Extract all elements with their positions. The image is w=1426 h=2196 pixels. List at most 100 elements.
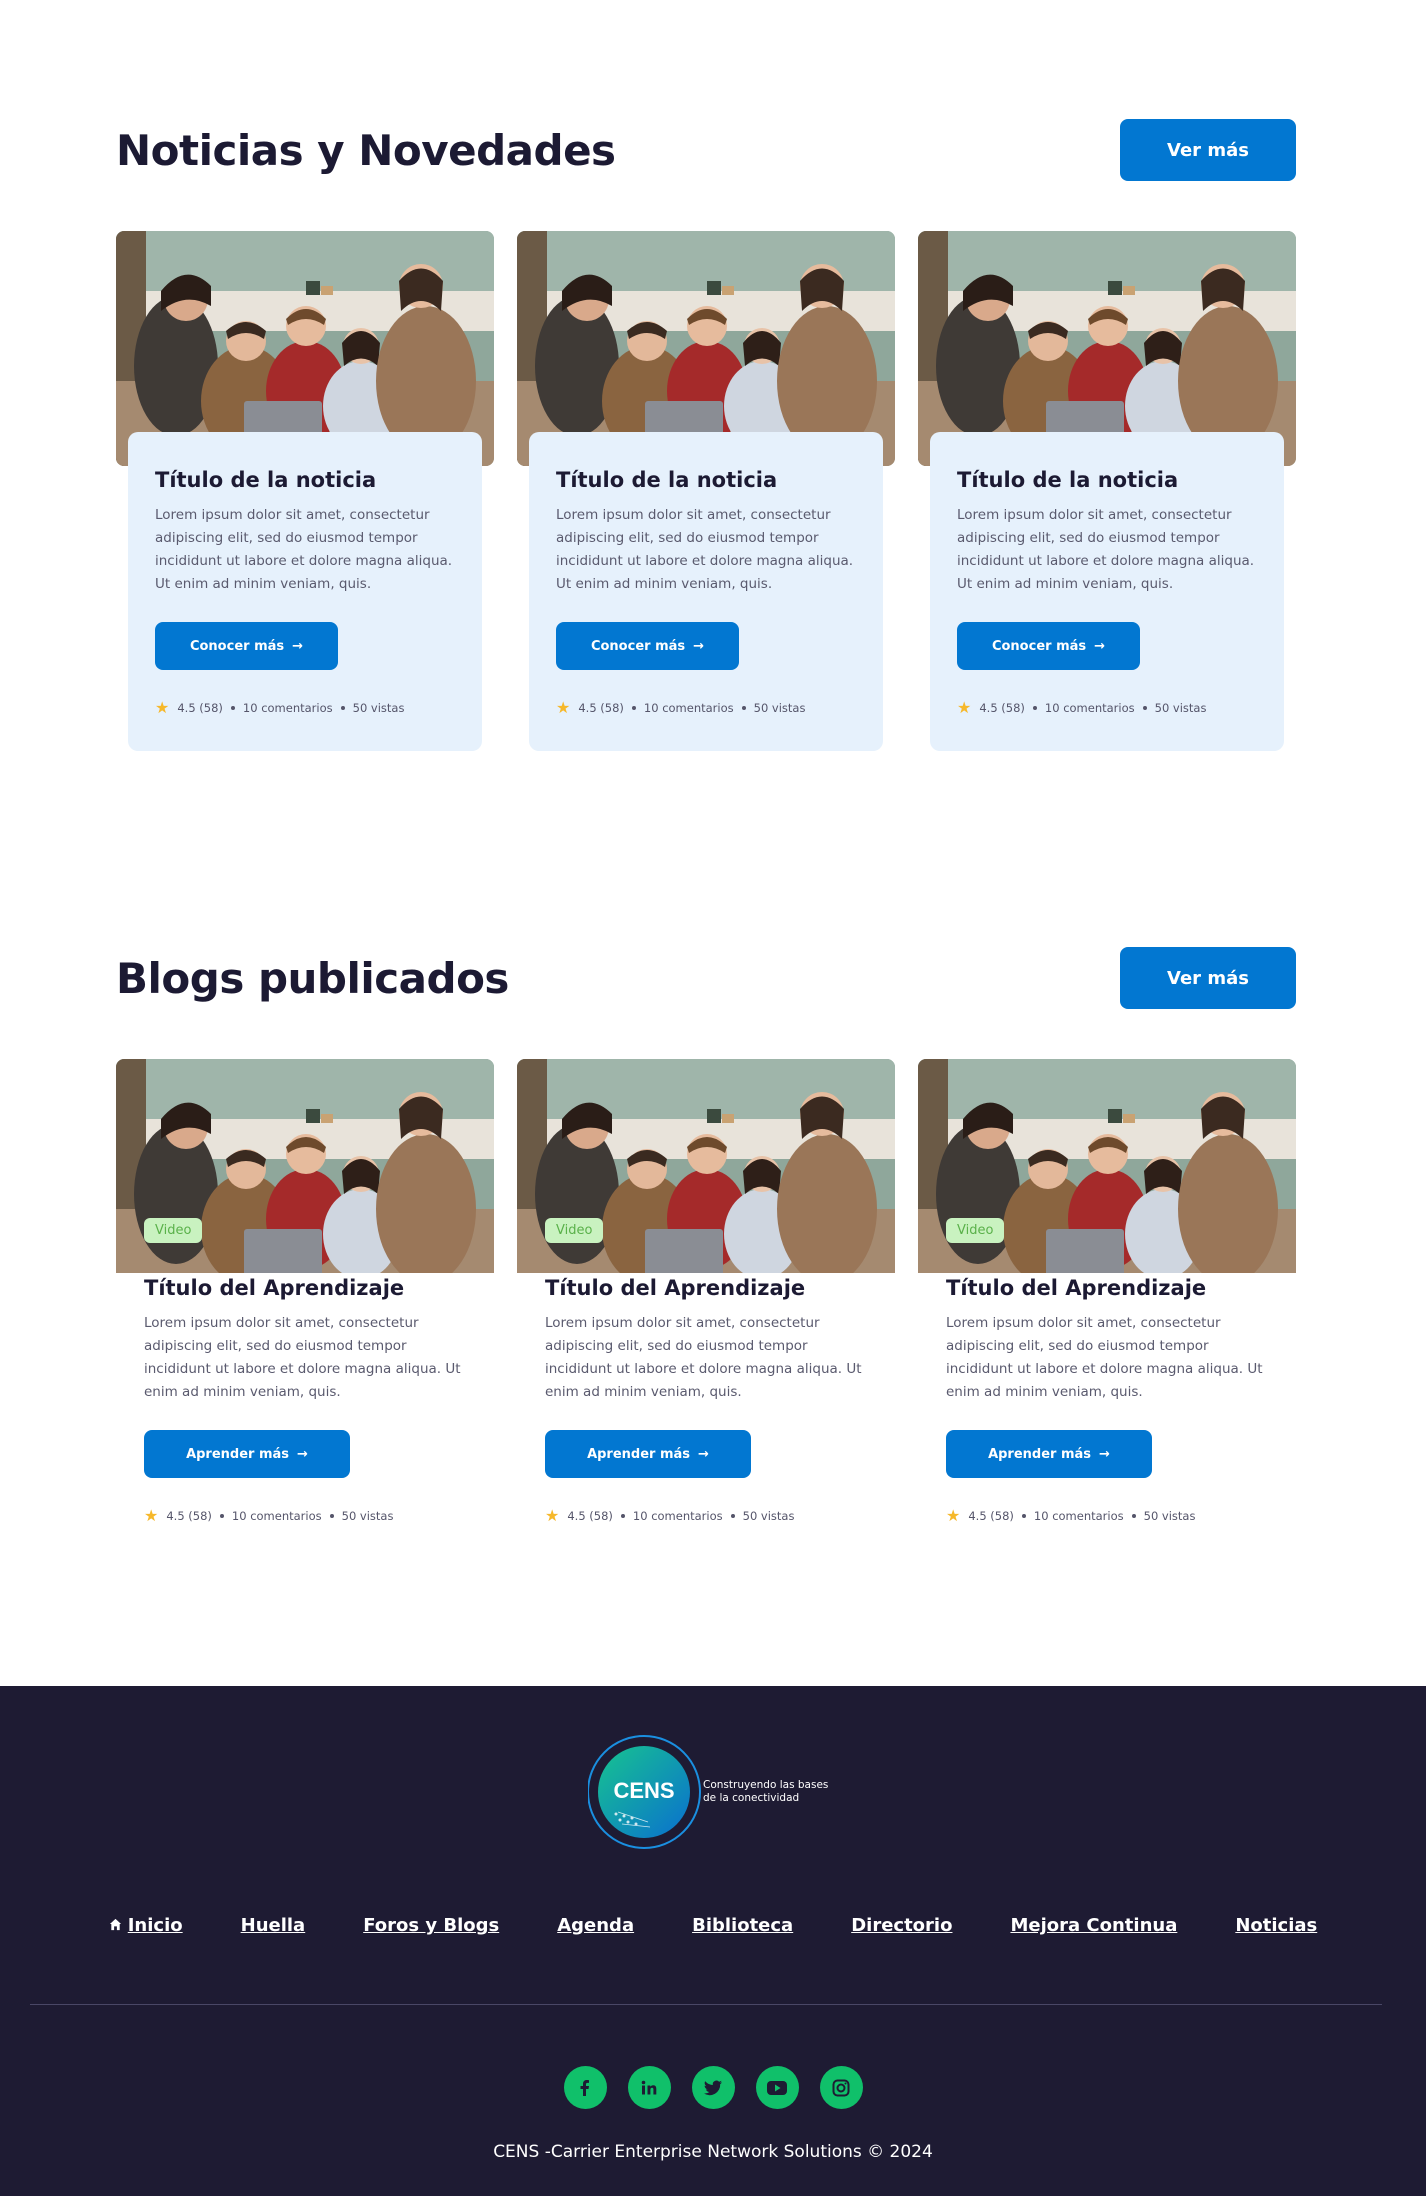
site-footer: CENS Construyendo las bases de la conect… bbox=[0, 1686, 1426, 2196]
arrow-right-icon: → bbox=[297, 1446, 308, 1462]
footer-nav-agenda[interactable]: Agenda bbox=[557, 1915, 634, 1936]
comments-count: 10 comentarios bbox=[1033, 1508, 1124, 1523]
conocer-mas-label: Conocer más bbox=[991, 638, 1087, 654]
separator-dot bbox=[741, 705, 746, 710]
conocer-mas-button[interactable]: Conocer más → bbox=[155, 622, 338, 670]
blog-card: Video Título del Aprendizaje Lorem ipsum… bbox=[918, 1059, 1296, 1559]
arrow-right-icon: → bbox=[698, 1446, 709, 1462]
aprender-mas-button[interactable]: Aprender más → bbox=[545, 1430, 751, 1478]
news-card-description: Lorem ipsum dolor sit amet, consectetur … bbox=[556, 507, 854, 592]
separator-dot bbox=[1142, 705, 1147, 710]
arrow-right-icon: → bbox=[693, 638, 705, 654]
cens-logo[interactable]: CENS bbox=[587, 1732, 704, 1856]
blog-card-body: Título del Aprendizaje Lorem ipsum dolor… bbox=[116, 1274, 494, 1525]
news-card-title: Título de la noticia bbox=[957, 468, 1179, 492]
rating: 4.5 (58) bbox=[567, 1508, 613, 1523]
news-card: Título de la noticia Lorem ipsum dolor s… bbox=[918, 231, 1296, 751]
video-badge: Video bbox=[946, 1218, 1005, 1243]
footer-nav-biblioteca[interactable]: Biblioteca bbox=[692, 1915, 793, 1936]
footer-divider bbox=[30, 2004, 1382, 2005]
arrow-right-icon: → bbox=[1094, 638, 1106, 654]
aprender-mas-label: Aprender más bbox=[186, 1446, 290, 1462]
youtube-icon[interactable] bbox=[755, 2066, 799, 2109]
news-card-image bbox=[918, 231, 1296, 466]
comments-count: 10 comentarios bbox=[643, 700, 734, 715]
arrow-right-icon: → bbox=[1099, 1446, 1110, 1462]
footer-nav-noticias[interactable]: Noticias bbox=[1235, 1915, 1317, 1936]
footer-nav-foros-blogs[interactable]: Foros y Blogs bbox=[363, 1915, 499, 1936]
logo-tagline-line-2: de la conectividad bbox=[703, 1792, 800, 1804]
separator-dot bbox=[631, 705, 636, 710]
copyright-text: CENS -Carrier Enterprise Network Solutio… bbox=[493, 2142, 933, 2162]
news-card-image bbox=[517, 231, 895, 466]
blog-card-description: Lorem ipsum dolor sit amet, consectetur … bbox=[946, 1315, 1263, 1400]
star-icon: ★ bbox=[957, 698, 972, 717]
conocer-mas-button[interactable]: Conocer más → bbox=[556, 622, 739, 670]
twitter-icon[interactable] bbox=[691, 2066, 735, 2109]
rating: 4.5 (58) bbox=[979, 700, 1025, 715]
blog-card-meta: ★ 4.5 (58) 10 comentarios 50 vistas bbox=[144, 1506, 466, 1525]
blog-card: Video Título del Aprendizaje Lorem ipsum… bbox=[517, 1059, 895, 1559]
instagram-icon[interactable] bbox=[819, 2066, 863, 2109]
separator-dot bbox=[219, 1513, 224, 1518]
news-card-meta: ★ 4.5 (58) 10 comentarios 50 vistas bbox=[556, 698, 856, 717]
facebook-icon[interactable] bbox=[563, 2066, 607, 2109]
footer-nav-directorio[interactable]: Directorio bbox=[851, 1915, 952, 1936]
footer-nav-inicio[interactable]: Inicio bbox=[109, 1915, 183, 1936]
blogs-section-title: Blogs publicados bbox=[116, 954, 509, 1003]
linkedin-icon[interactable] bbox=[627, 2066, 671, 2109]
blog-card-body: Título del Aprendizaje Lorem ipsum dolor… bbox=[918, 1274, 1296, 1525]
blog-card-title: Título del Aprendizaje bbox=[946, 1276, 1207, 1300]
blog-card-body: Título del Aprendizaje Lorem ipsum dolor… bbox=[517, 1274, 895, 1525]
aprender-mas-label: Aprender más bbox=[988, 1446, 1092, 1462]
views-count: 50 vistas bbox=[753, 700, 806, 715]
separator-dot bbox=[1032, 705, 1037, 710]
aprender-mas-button[interactable]: Aprender más → bbox=[946, 1430, 1152, 1478]
separator-dot bbox=[730, 1513, 735, 1518]
views-count: 50 vistas bbox=[341, 1508, 394, 1523]
rating: 4.5 (58) bbox=[166, 1508, 212, 1523]
video-badge: Video bbox=[144, 1218, 203, 1243]
rating: 4.5 (58) bbox=[968, 1508, 1014, 1523]
blog-card-meta: ★ 4.5 (58) 10 comentarios 50 vistas bbox=[946, 1506, 1268, 1525]
footer-nav-mejora-continua[interactable]: Mejora Continua bbox=[1010, 1915, 1177, 1936]
blog-card-description: Lorem ipsum dolor sit amet, consectetur … bbox=[545, 1315, 862, 1400]
logo-tagline: Construyendo las bases de la conectivida… bbox=[703, 1779, 828, 1805]
comments-count: 10 comentarios bbox=[242, 700, 333, 715]
conocer-mas-button[interactable]: Conocer más → bbox=[957, 622, 1140, 670]
separator-dot bbox=[340, 705, 345, 710]
separator-dot bbox=[230, 705, 235, 710]
news-ver-mas-button[interactable]: Ver más bbox=[1120, 119, 1296, 181]
news-card-meta: ★ 4.5 (58) 10 comentarios 50 vistas bbox=[155, 698, 455, 717]
conocer-mas-label: Conocer más bbox=[189, 638, 285, 654]
comments-count: 10 comentarios bbox=[231, 1508, 322, 1523]
comments-count: 10 comentarios bbox=[632, 1508, 723, 1523]
star-icon: ★ bbox=[545, 1506, 560, 1525]
news-card-image bbox=[116, 231, 494, 466]
footer-nav: Inicio Huella Foros y Blogs Agenda Bibli… bbox=[0, 1915, 1426, 1936]
aprender-mas-button[interactable]: Aprender más → bbox=[144, 1430, 350, 1478]
blog-card-description: Lorem ipsum dolor sit amet, consectetur … bbox=[144, 1315, 461, 1400]
news-card: Título de la noticia Lorem ipsum dolor s… bbox=[116, 231, 494, 751]
news-card-description: Lorem ipsum dolor sit amet, consectetur … bbox=[155, 507, 453, 592]
star-icon: ★ bbox=[556, 698, 571, 717]
news-card-body: Título de la noticia Lorem ipsum dolor s… bbox=[529, 432, 883, 751]
blogs-ver-mas-button[interactable]: Ver más bbox=[1120, 947, 1296, 1009]
separator-dot bbox=[620, 1513, 625, 1518]
separator-dot bbox=[1131, 1513, 1136, 1518]
arrow-right-icon: → bbox=[292, 638, 304, 654]
news-section: Noticias y Novedades Ver más Título de l… bbox=[116, 118, 1296, 758]
star-icon: ★ bbox=[144, 1506, 159, 1525]
blog-card-meta: ★ 4.5 (58) 10 comentarios 50 vistas bbox=[545, 1506, 867, 1525]
blog-card-title: Título del Aprendizaje bbox=[144, 1276, 405, 1300]
blogs-section: Blogs publicados Ver más Video Título de… bbox=[116, 946, 1296, 1566]
star-icon: ★ bbox=[946, 1506, 961, 1525]
comments-count: 10 comentarios bbox=[1044, 700, 1135, 715]
blog-card: Video Título del Aprendizaje Lorem ipsum… bbox=[116, 1059, 494, 1559]
separator-dot bbox=[329, 1513, 334, 1518]
separator-dot bbox=[1021, 1513, 1026, 1518]
news-card-body: Título de la noticia Lorem ipsum dolor s… bbox=[128, 432, 482, 751]
views-count: 50 vistas bbox=[742, 1508, 795, 1523]
footer-nav-huella[interactable]: Huella bbox=[241, 1915, 306, 1936]
news-card-body: Título de la noticia Lorem ipsum dolor s… bbox=[930, 432, 1284, 751]
